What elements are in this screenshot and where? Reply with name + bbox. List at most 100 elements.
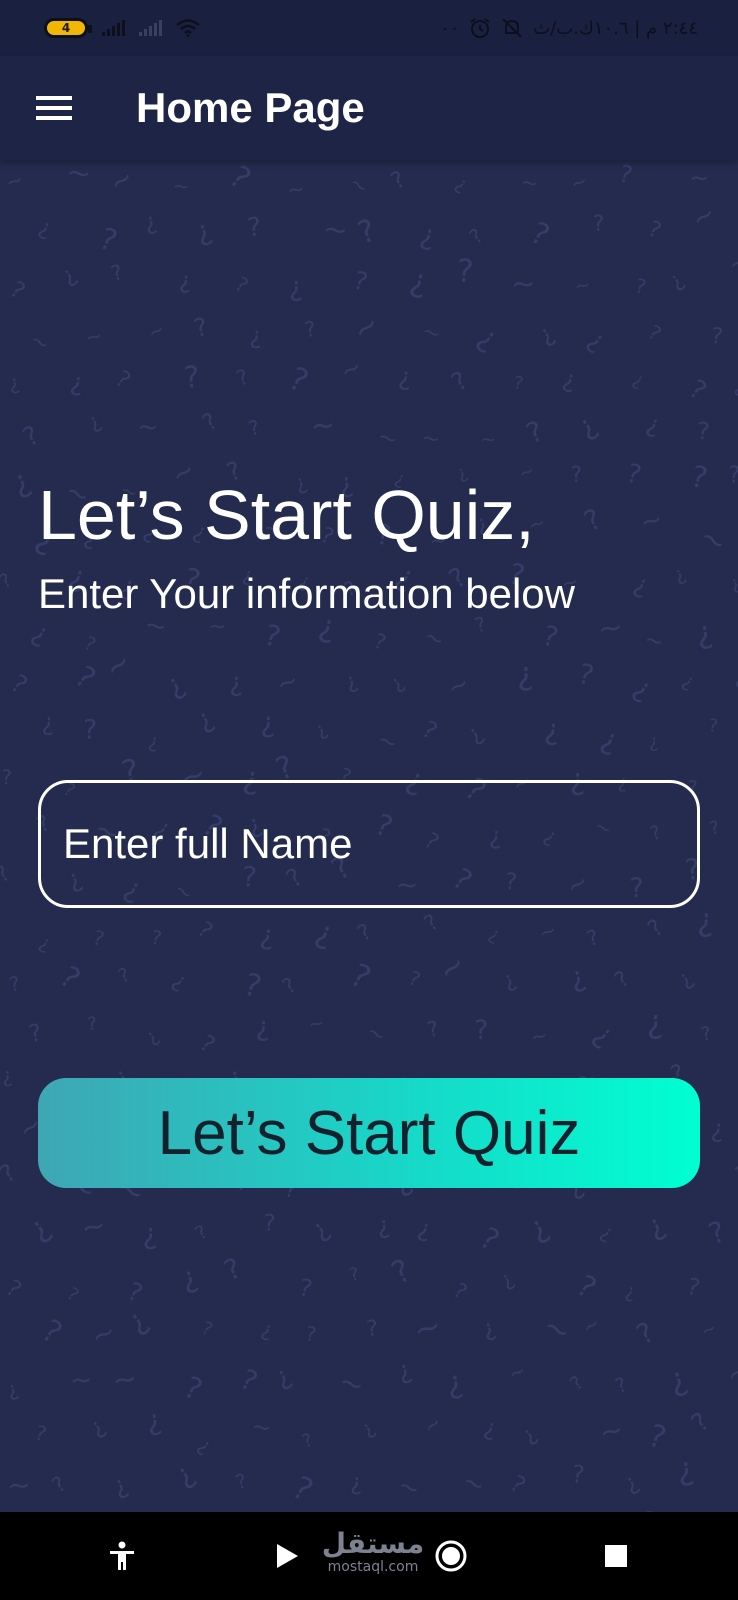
pattern-glyph: ~ <box>373 726 401 757</box>
home-nav-button[interactable] <box>421 1526 481 1586</box>
pattern-glyph: ? <box>420 910 444 937</box>
hamburger-menu-icon <box>36 96 72 120</box>
pattern-glyph: ~ <box>637 504 665 538</box>
pattern-glyph: ~ <box>528 1022 549 1049</box>
pattern-glyph: ¿ <box>664 267 689 294</box>
pattern-glyph: ~ <box>577 1311 604 1340</box>
pattern-glyph: ¿ <box>178 268 192 295</box>
pattern-glyph: ? <box>612 1372 631 1398</box>
pattern-glyph: ~ <box>361 1019 390 1050</box>
pattern-glyph: ¿ <box>620 1469 643 1498</box>
pattern-glyph: ? <box>5 277 30 305</box>
pattern-glyph: ¿ <box>350 1470 363 1496</box>
pattern-glyph: ? <box>446 365 473 397</box>
pattern-glyph: ? <box>474 1015 488 1046</box>
pattern-glyph: ? <box>7 971 22 997</box>
pattern-glyph: ~ <box>642 627 667 656</box>
pattern-glyph: ¿ <box>486 923 504 946</box>
status-bar: 4 ٠٠ ٢:٤٤ م | ١٠.٦ك.ب/ث <box>0 0 738 56</box>
pattern-glyph: ¿ <box>108 1469 132 1501</box>
menu-button[interactable] <box>24 78 84 138</box>
pattern-glyph: ~ <box>418 1410 446 1439</box>
pattern-glyph: ¿ <box>397 362 413 392</box>
quiz-heading: Let’s Start Quiz, <box>38 476 535 554</box>
pattern-glyph: ~ <box>519 170 540 196</box>
pattern-glyph: ~ <box>596 609 624 646</box>
pattern-glyph: ~ <box>307 1012 327 1036</box>
pattern-glyph: ¿ <box>191 213 216 249</box>
pattern-glyph: ? <box>708 817 722 840</box>
pattern-glyph: ¿ <box>385 670 408 695</box>
pattern-glyph: ~ <box>420 425 442 453</box>
pattern-glyph: ? <box>579 502 607 538</box>
pattern-glyph: ¿ <box>142 208 159 236</box>
pattern-glyph: ~ <box>137 412 159 442</box>
pattern-glyph: ¿ <box>147 730 161 753</box>
pattern-glyph: ~ <box>693 519 734 562</box>
pattern-glyph: ? <box>297 1273 315 1303</box>
pattern-glyph: ? <box>575 657 597 693</box>
pattern-glyph: ¿ <box>194 1433 217 1459</box>
pattern-glyph: ~ <box>321 211 350 249</box>
back-nav-button[interactable] <box>257 1526 317 1586</box>
pattern-glyph: ~ <box>537 1307 578 1351</box>
pattern-glyph: ¿ <box>407 260 431 301</box>
pattern-glyph: ? <box>525 216 555 254</box>
full-name-input[interactable] <box>38 780 700 908</box>
status-time: ٢:٤٤ م | ١٠.٦ك.ب/ث <box>533 17 698 39</box>
pattern-glyph: ? <box>729 257 738 286</box>
pattern-glyph: ? <box>644 217 665 245</box>
pattern-glyph: ~ <box>172 173 191 198</box>
start-quiz-button[interactable]: Let’s Start Quiz <box>38 1078 700 1188</box>
pattern-glyph: ? <box>231 271 253 297</box>
pattern-glyph: ? <box>304 1321 318 1346</box>
pattern-glyph: ? <box>18 420 45 453</box>
pattern-glyph: ? <box>115 964 133 988</box>
pattern-glyph: ¿ <box>471 319 504 357</box>
pattern-glyph: ? <box>616 160 635 190</box>
battery-icon: 4 <box>44 18 92 38</box>
pattern-glyph: ? <box>593 212 605 237</box>
pattern-glyph: ~ <box>409 1306 445 1350</box>
pattern-glyph: ? <box>90 925 107 951</box>
pattern-glyph: ¿ <box>597 1219 618 1245</box>
accessibility-button[interactable] <box>92 1526 152 1586</box>
pattern-glyph: ? <box>405 966 424 992</box>
pattern-glyph: ? <box>611 967 635 994</box>
home-circle-icon <box>435 1540 467 1572</box>
pattern-glyph: ? <box>570 1460 586 1489</box>
pattern-glyph: ¿ <box>679 669 699 693</box>
pattern-glyph: ¿ <box>68 367 86 398</box>
pattern-glyph: ? <box>53 960 87 998</box>
pattern-glyph: ¿ <box>168 968 192 995</box>
pattern-glyph: ? <box>709 324 724 350</box>
pattern-glyph: ¿ <box>462 720 488 748</box>
pattern-glyph: ? <box>570 463 583 488</box>
pattern-glyph: ? <box>83 715 98 746</box>
pattern-glyph: ¿ <box>630 569 653 601</box>
pattern-glyph: ¿ <box>177 1259 201 1296</box>
pattern-glyph: ¿ <box>710 1114 726 1144</box>
pattern-glyph: ? <box>644 320 666 346</box>
pattern-glyph: ? <box>354 919 377 946</box>
pattern-glyph: ? <box>191 1221 211 1245</box>
pattern-glyph: ¿ <box>479 1315 498 1343</box>
pattern-glyph: ? <box>687 459 710 497</box>
pattern-glyph: ¿ <box>83 408 105 434</box>
pattern-glyph: ¿ <box>342 668 361 694</box>
recents-nav-button[interactable] <box>586 1526 646 1586</box>
pattern-glyph: ? <box>149 927 163 951</box>
pattern-glyph: ? <box>219 1251 246 1287</box>
pattern-glyph: ~ <box>431 946 474 990</box>
pattern-glyph: ? <box>584 925 602 951</box>
pattern-glyph: ? <box>261 618 285 655</box>
pattern-glyph: ? <box>286 1468 320 1509</box>
pattern-glyph: ¿ <box>249 321 264 350</box>
pattern-glyph: ~ <box>273 665 303 700</box>
pattern-glyph: ? <box>566 1372 588 1395</box>
pattern-glyph: ¿ <box>543 712 562 747</box>
pattern-glyph: ~ <box>419 623 448 655</box>
pattern-glyph: ? <box>95 221 122 259</box>
pattern-glyph: ¿ <box>643 409 664 440</box>
pattern-glyph: ¿ <box>141 1025 162 1049</box>
